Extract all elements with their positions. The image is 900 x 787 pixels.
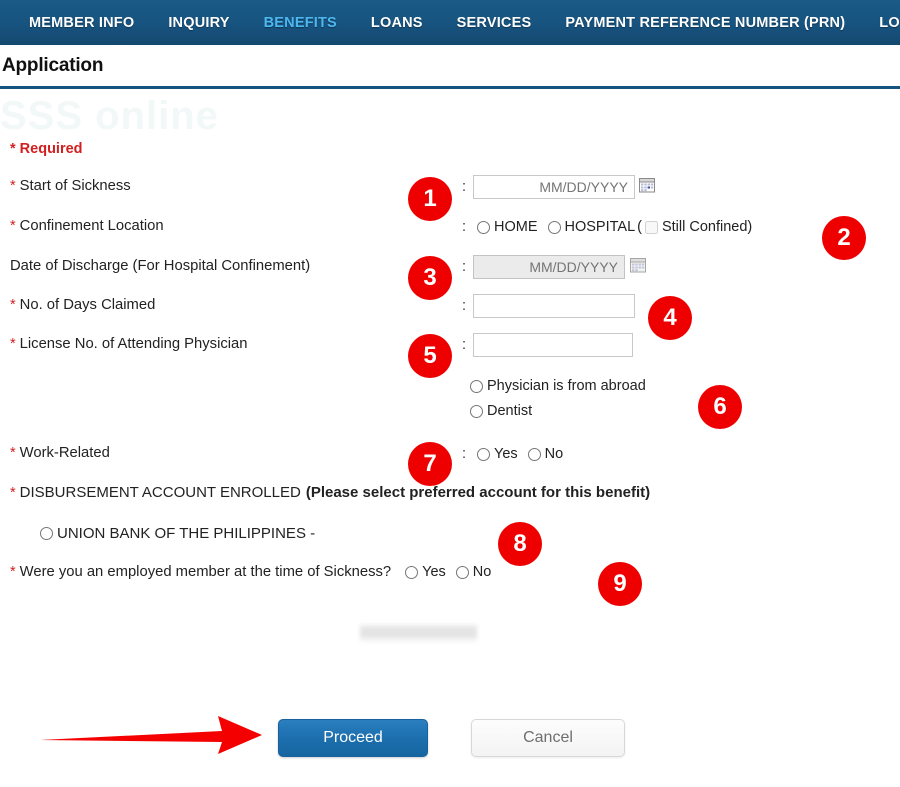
dentist-label: Dentist xyxy=(487,403,533,419)
calendar-icon-date-of-discharge[interactable] xyxy=(630,257,646,273)
label-text: No. of Days Claimed xyxy=(19,297,156,313)
date-of-discharge-input[interactable] xyxy=(473,255,625,279)
required-legend: * Required xyxy=(10,141,83,157)
annotation-marker-1: 1 xyxy=(408,177,452,221)
required-legend-text: * Required xyxy=(10,141,83,157)
annotation-marker-9: 9 xyxy=(598,562,642,606)
required-asterisk: * xyxy=(10,445,16,461)
annotation-marker-8: 8 xyxy=(498,522,542,566)
disbursement-account-heading: * DISBURSEMENT ACCOUNT ENROLLED (Please … xyxy=(10,484,650,501)
page-heading-bar: Application xyxy=(0,45,900,89)
annotation-marker-5: 5 xyxy=(408,334,452,378)
field-label-start-of-sickness: * Start of Sickness xyxy=(10,178,131,194)
radio-employed-no[interactable] xyxy=(455,565,469,579)
annotation-marker-4: 4 xyxy=(648,296,692,340)
bank-account-option-row[interactable]: UNION BANK OF THE PHILIPPINES - xyxy=(40,525,325,542)
radio-physician-abroad[interactable] xyxy=(470,379,483,393)
page-title: Application xyxy=(2,54,104,76)
nav-item-services[interactable]: SERVICES xyxy=(440,15,549,31)
required-asterisk: * xyxy=(10,484,16,501)
start-of-sickness-input[interactable] xyxy=(473,175,635,199)
radio-work-related-yes[interactable] xyxy=(477,447,490,461)
still-confined-label: Still Confined xyxy=(661,219,748,235)
label-text: License No. of Attending Physician xyxy=(19,336,248,352)
checkbox-option-still-confined[interactable]: Still Confined xyxy=(644,219,748,235)
checkbox-option-physician-abroad[interactable]: Physician is from abroad xyxy=(470,378,646,394)
employed-member-label: Were you an employed member at the time … xyxy=(19,564,392,580)
field-label-confinement-location: * Confinement Location xyxy=(10,218,164,234)
employed-no-label: No xyxy=(472,564,492,580)
annotation-marker-3: 3 xyxy=(408,256,452,300)
annotation-marker-6: 6 xyxy=(698,385,742,429)
field-label-days-claimed: * No. of Days Claimed xyxy=(10,297,155,313)
nav-item-member-info[interactable]: MEMBER INFO xyxy=(12,15,151,31)
confinement-location-options: HOME HOSPITAL ( Still Confined ) xyxy=(477,219,752,235)
calendar-icon-start-of-sickness[interactable] xyxy=(639,177,655,193)
red-arrow-annotation xyxy=(40,712,270,763)
label-text: Confinement Location xyxy=(19,218,164,234)
checkbox-option-dentist[interactable]: Dentist xyxy=(470,403,532,419)
background-watermark: SSS online xyxy=(0,94,219,138)
work-related-options: Yes No xyxy=(477,446,573,462)
field-label-license-no: * License No. of Attending Physician xyxy=(10,336,248,352)
nav-item-inquiry[interactable]: INQUIRY xyxy=(151,15,246,31)
work-related-no-label: No xyxy=(544,446,564,462)
radio-option-unionbank[interactable]: UNION BANK OF THE PHILIPPINES - xyxy=(40,525,315,542)
radio-dentist[interactable] xyxy=(470,404,483,418)
disbursement-label: DISBURSEMENT ACCOUNT ENROLLED xyxy=(19,484,301,501)
required-asterisk: * xyxy=(10,297,16,313)
radio-home-label: HOME xyxy=(494,219,538,235)
colon-separator-1: : xyxy=(462,179,467,195)
work-related-yes-label: Yes xyxy=(494,446,518,462)
radio-hospital-label: HOSPITAL xyxy=(564,219,636,235)
physician-abroad-option-row: Physician is from abroad xyxy=(470,378,656,394)
nav-item-loans[interactable]: LOANS xyxy=(354,15,440,31)
colon-separator-4: : xyxy=(462,298,467,314)
required-asterisk: * xyxy=(10,178,16,194)
colon-separator-2: : xyxy=(462,219,467,235)
radio-option-hospital[interactable]: HOSPITAL xyxy=(547,219,636,235)
proceed-button[interactable]: Proceed xyxy=(278,719,428,757)
masked-account-number xyxy=(360,623,477,643)
annotation-marker-7: 7 xyxy=(408,442,452,486)
paren-open: ( xyxy=(637,219,642,235)
main-navigation-bar: MEMBER INFO INQUIRY BENEFITS LOANS SERVI… xyxy=(0,0,900,45)
checkbox-still-confined[interactable] xyxy=(644,220,658,234)
license-no-input[interactable] xyxy=(473,333,633,357)
colon-separator-5: : xyxy=(462,337,467,353)
paren-close: ) xyxy=(747,219,753,235)
unionbank-label: UNION BANK OF THE PHILIPPINES - xyxy=(57,525,316,542)
radio-hospital[interactable] xyxy=(547,220,561,234)
cancel-button[interactable]: Cancel xyxy=(471,719,625,757)
nav-item-benefits[interactable]: BENEFITS xyxy=(247,15,354,31)
disbursement-note: (Please select preferred account for thi… xyxy=(305,484,651,501)
required-asterisk: * xyxy=(10,564,16,580)
colon-separator-3: : xyxy=(462,259,467,275)
employed-member-question-row: * Were you an employed member at the tim… xyxy=(10,564,501,580)
annotation-marker-2: 2 xyxy=(822,216,866,260)
nav-item-logout[interactable]: LOG xyxy=(862,15,900,31)
radio-home[interactable] xyxy=(477,220,490,234)
radio-unionbank[interactable] xyxy=(40,527,53,540)
radio-option-employed-no[interactable]: No xyxy=(455,564,492,580)
radio-option-home[interactable]: HOME xyxy=(477,219,538,235)
required-asterisk: * xyxy=(10,336,16,352)
nav-item-payment-reference-number[interactable]: PAYMENT REFERENCE NUMBER (PRN) xyxy=(548,15,862,31)
field-label-work-related: * Work-Related xyxy=(10,445,110,461)
required-asterisk: * xyxy=(10,218,16,234)
label-text: Date of Discharge (For Hospital Confinem… xyxy=(10,258,311,274)
days-claimed-input[interactable] xyxy=(473,294,635,318)
radio-option-employed-yes[interactable]: Yes xyxy=(405,564,446,580)
colon-separator-6: : xyxy=(462,446,467,462)
radio-employed-yes[interactable] xyxy=(405,565,419,579)
dentist-option-row: Dentist xyxy=(470,403,542,419)
radio-work-related-no[interactable] xyxy=(527,447,541,461)
radio-option-work-related-no[interactable]: No xyxy=(527,446,564,462)
field-label-date-of-discharge: Date of Discharge (For Hospital Confinem… xyxy=(10,258,310,274)
physician-abroad-label: Physician is from abroad xyxy=(487,378,646,394)
radio-option-work-related-yes[interactable]: Yes xyxy=(477,446,518,462)
label-text: Work-Related xyxy=(19,445,110,461)
label-text: Start of Sickness xyxy=(19,178,131,194)
employed-yes-label: Yes xyxy=(422,564,446,580)
